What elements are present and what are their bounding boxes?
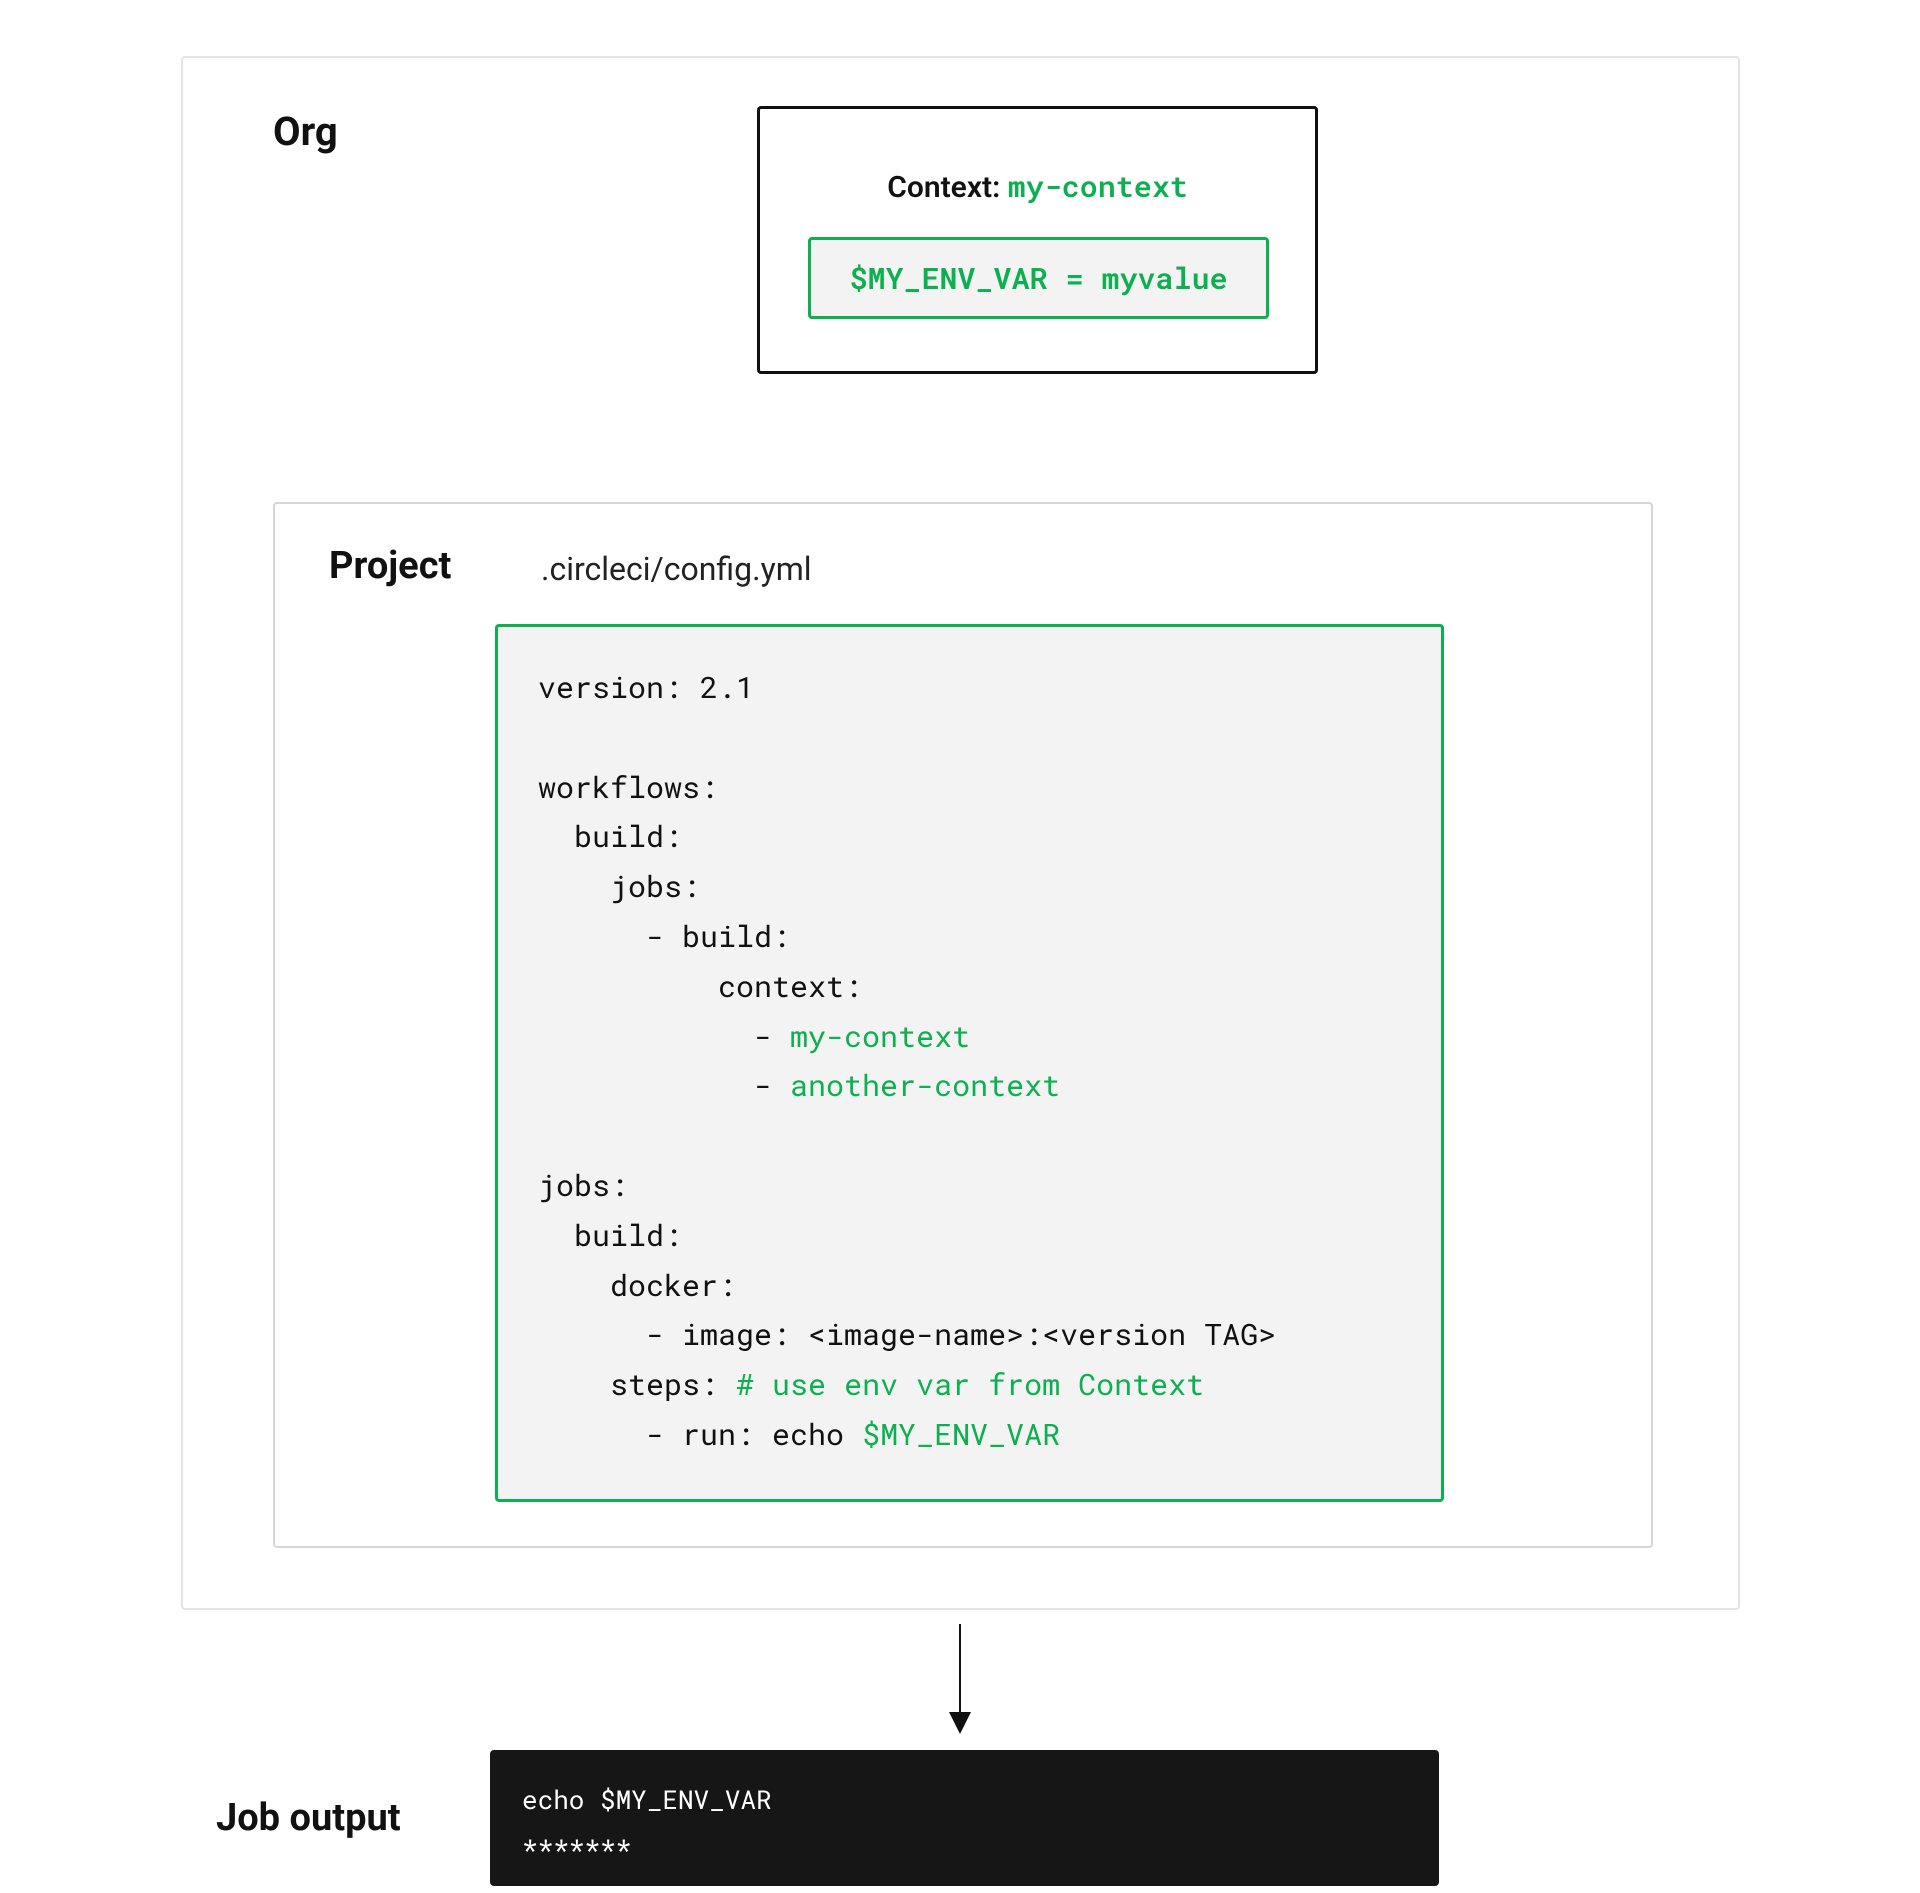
env-var-assignment: $MY_ENV_VAR = myvalue <box>808 237 1269 319</box>
config-yaml-block: version: 2.1 workflows: build: jobs: - b… <box>495 624 1444 1502</box>
terminal-line-1: echo $MY_ENV_VAR <box>522 1783 772 1817</box>
job-output-label: Job output <box>216 1796 401 1840</box>
project-container: Project .circleci/config.yml version: 2.… <box>273 502 1653 1548</box>
arrow-down-icon <box>959 1624 961 1732</box>
context-label: Context: my-context <box>760 167 1315 206</box>
context-name: my-context <box>1008 167 1188 206</box>
project-title: Project <box>329 544 451 588</box>
org-container: Org Context: my-context $MY_ENV_VAR = my… <box>181 56 1740 1610</box>
config-filename: .circleci/config.yml <box>541 550 812 588</box>
job-output-terminal: echo $MY_ENV_VAR ******* <box>490 1750 1439 1886</box>
context-label-prefix: Context: <box>887 170 1007 205</box>
context-box: Context: my-context $MY_ENV_VAR = myvalu… <box>757 106 1318 374</box>
org-title: Org <box>273 108 338 155</box>
terminal-line-2: ******* <box>522 1832 631 1866</box>
